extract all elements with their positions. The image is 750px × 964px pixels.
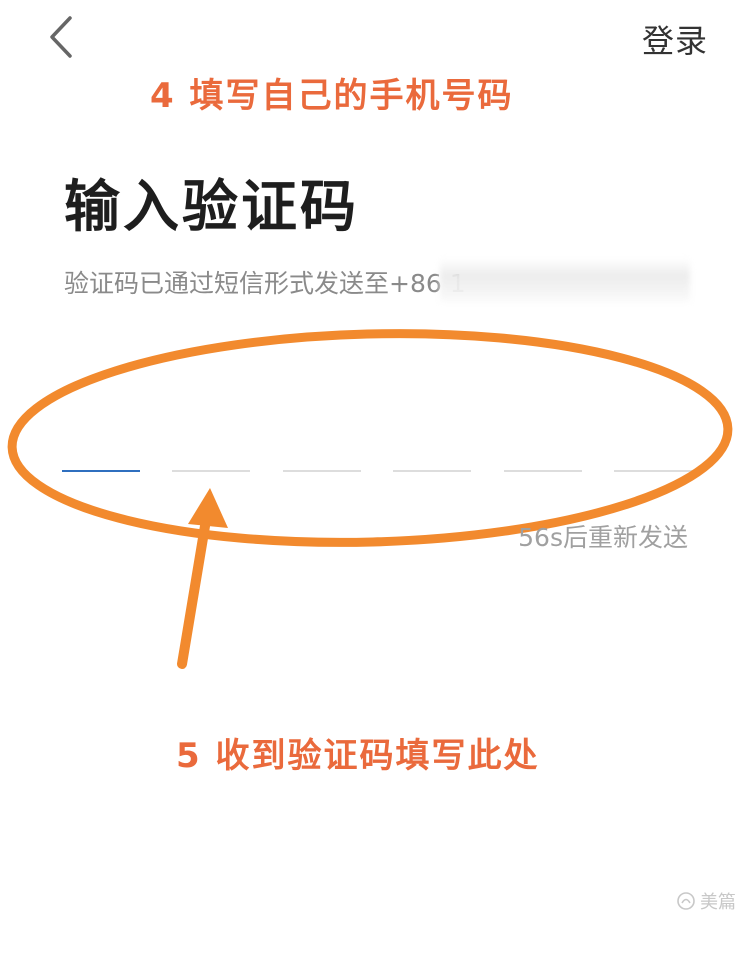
- annotation-arrow-shaft: [177, 515, 211, 669]
- code-slot-5[interactable]: [503, 420, 582, 472]
- code-slot-2[interactable]: [172, 420, 251, 472]
- watermark: 美篇: [676, 888, 736, 914]
- watermark-text: 美篇: [700, 892, 736, 913]
- annotation-step5: 5 收到验证码填写此处: [176, 736, 540, 776]
- code-slot-3[interactable]: [282, 420, 361, 472]
- login-link[interactable]: 登录: [642, 16, 708, 62]
- code-slot-6[interactable]: [613, 420, 692, 472]
- code-slot-1[interactable]: [62, 420, 140, 472]
- code-slot-4[interactable]: [393, 420, 472, 472]
- annotation-arrow-head: [188, 488, 228, 528]
- annotation-overlay: [7, 329, 733, 669]
- back-button[interactable]: [40, 12, 90, 62]
- sms-sent-notice: 验证码已通过短信形式发送至+86 1: [64, 264, 466, 300]
- code-input-row: [62, 420, 692, 472]
- resend-countdown[interactable]: 56s后重新发送: [518, 518, 688, 554]
- chevron-left-icon: [50, 16, 72, 58]
- annotation-step4: 4 填写自己的手机号码: [150, 76, 514, 116]
- sms-sent-prefix: 验证码已通过短信形式发送至: [64, 269, 390, 298]
- phone-number-blur: [440, 258, 690, 302]
- page-title: 输入验证码: [64, 175, 359, 240]
- meipian-logo-icon: [677, 892, 695, 910]
